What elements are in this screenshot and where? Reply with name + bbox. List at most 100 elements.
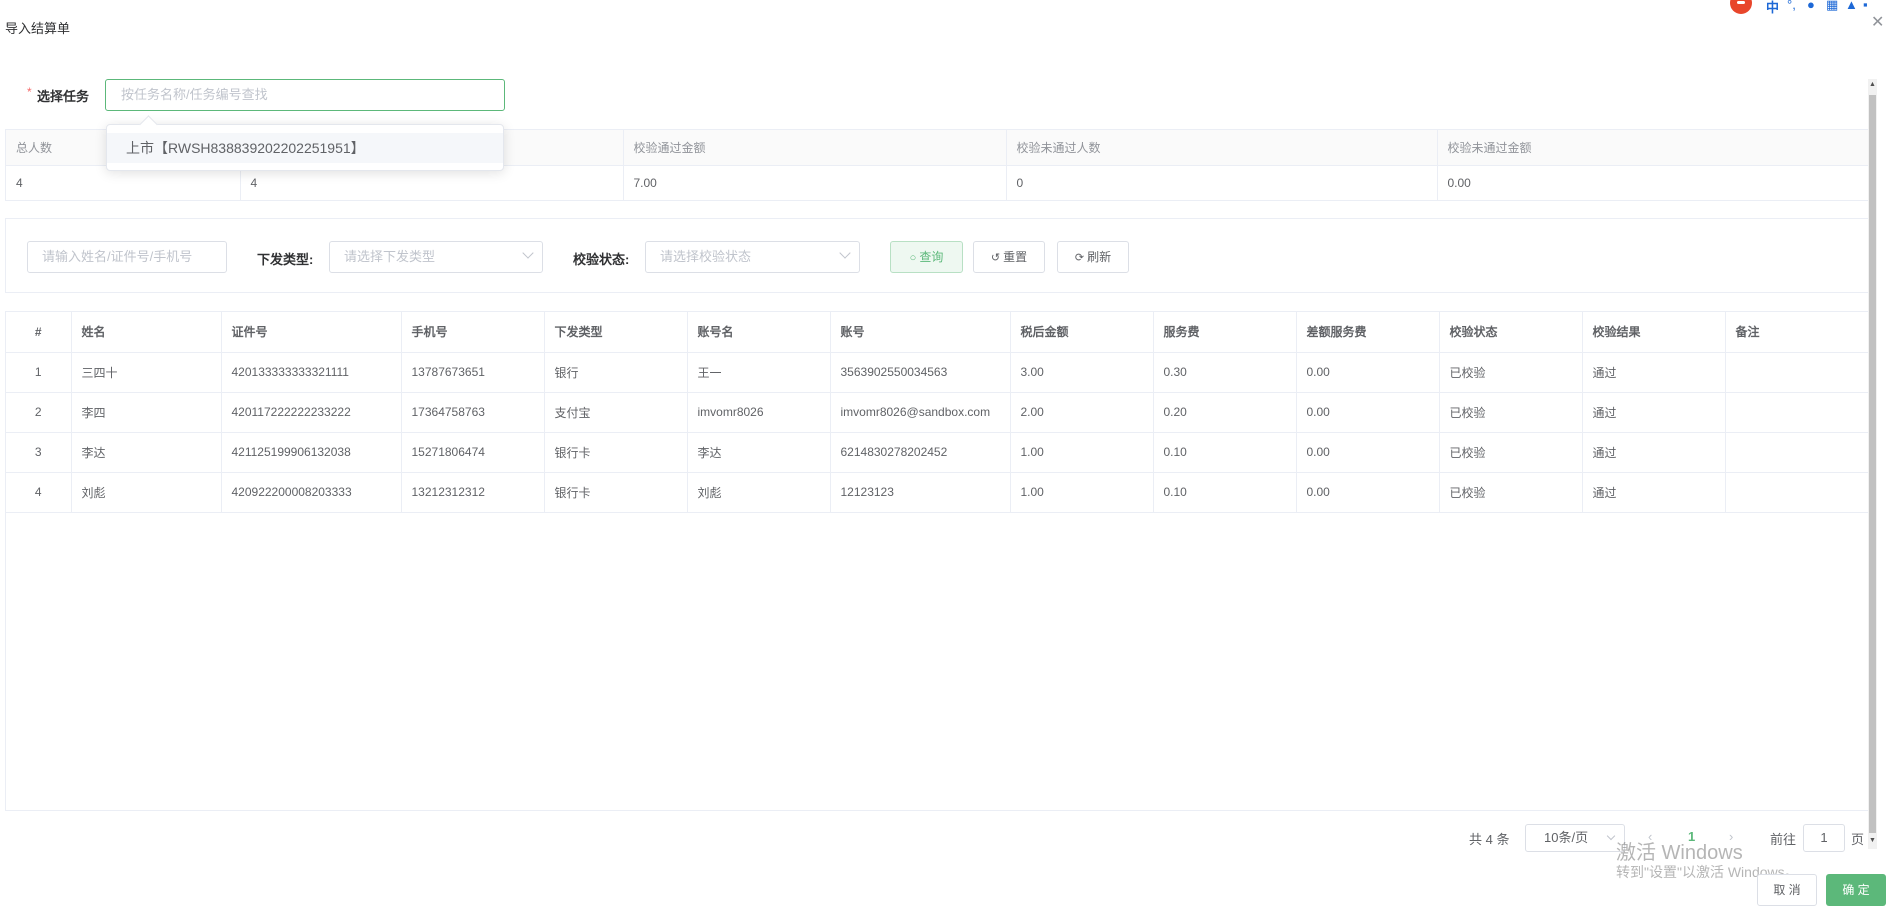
confirm-button[interactable]: 确 定 xyxy=(1826,874,1886,906)
close-icon[interactable]: ✕ xyxy=(1871,12,1884,32)
summary-value: 7.00 xyxy=(623,165,1007,200)
column-header: 差额服务费 xyxy=(1296,312,1440,353)
query-label: 查询 xyxy=(919,250,944,264)
refresh-button[interactable]: ⟳ 刷新 xyxy=(1057,241,1129,273)
chevron-down-icon xyxy=(522,247,534,259)
summary-header: 校验通过金额 xyxy=(623,130,1007,166)
table-cell: 0.10 xyxy=(1153,472,1297,513)
table-cell: 0.20 xyxy=(1153,392,1297,433)
chevron-down-icon xyxy=(839,247,851,259)
page-suffix: 页 xyxy=(1851,832,1865,847)
cancel-button[interactable]: 取 消 xyxy=(1757,874,1817,906)
table-cell: 三四十 xyxy=(71,352,222,393)
task-option[interactable]: 上市【RWSH838839202202251951】 xyxy=(107,133,503,163)
table-cell: 王一 xyxy=(687,352,831,393)
activation-watermark-title: 激活 Windows xyxy=(1616,842,1743,864)
vertical-scrollbar[interactable]: ▲ ▼ xyxy=(1868,79,1877,849)
table-cell: 银行卡 xyxy=(544,472,688,513)
table-cell: 1 xyxy=(6,352,72,393)
table-cell: 3 xyxy=(6,432,72,473)
table-cell: 12123123 xyxy=(830,472,1011,513)
reset-icon: ↺ xyxy=(990,252,1001,264)
sogou-logo-icon[interactable] xyxy=(1730,0,1752,14)
refresh-label: 刷新 xyxy=(1087,250,1112,264)
microphone-icon[interactable]: ● xyxy=(1807,0,1815,12)
status-filter-label: 校验状态: xyxy=(573,252,630,267)
scroll-down-icon[interactable]: ▼ xyxy=(1869,837,1876,844)
settlement-table: # 姓名 证件号 手机号 下发类型 账号名 账号 税后金额 服务费 差额服务费 … xyxy=(5,311,1871,811)
column-header: 下发类型 xyxy=(544,312,688,353)
table-cell: 刘彪 xyxy=(71,472,222,513)
table-cell: 421125199906132038 xyxy=(221,432,402,473)
table-cell: 通过 xyxy=(1582,352,1726,393)
table-cell: 刘彪 xyxy=(687,472,831,513)
table-cell: 李四 xyxy=(71,392,222,433)
table-header-row: # 姓名 证件号 手机号 下发类型 账号名 账号 税后金额 服务费 差额服务费 … xyxy=(6,312,1871,353)
table-cell: 420117222222233222 xyxy=(221,392,402,433)
table-cell: 0.30 xyxy=(1153,352,1297,393)
table-cell: 420922200008203333 xyxy=(221,472,402,513)
goto-label: 前往 xyxy=(1770,832,1797,847)
scroll-up-icon[interactable]: ▲ xyxy=(1869,81,1876,88)
table-cell: 通过 xyxy=(1582,472,1726,513)
table-cell: 0.00 xyxy=(1296,432,1440,473)
table-cell: 6214830278202452 xyxy=(830,432,1011,473)
keyword-search-input[interactable]: 请输入姓名/证件号/手机号 xyxy=(27,241,227,273)
table-cell: 13212312312 xyxy=(401,472,545,513)
table-row[interactable]: 2 李四 420117222222233222 17364758763 支付宝 imvom… xyxy=(6,392,1871,433)
column-header: 校验结果 xyxy=(1582,312,1726,353)
table-cell: imvomr8026@sandbox.com xyxy=(830,392,1011,433)
table-cell: 2.00 xyxy=(1010,392,1154,433)
page-size-select[interactable]: 10条/页 xyxy=(1525,824,1625,852)
table-cell: 已校验 xyxy=(1439,432,1583,473)
punctuation-icon[interactable]: °, xyxy=(1787,0,1796,12)
task-search-input[interactable]: 按任务名称/任务编号查找 xyxy=(105,79,505,111)
chevron-down-icon xyxy=(1606,831,1616,841)
query-button[interactable]: ○ 查询 xyxy=(890,241,963,273)
column-header: 税后金额 xyxy=(1010,312,1154,353)
table-row[interactable]: 3 李达 421125199906132038 15271806474 银行卡 李达 621… xyxy=(6,432,1871,473)
task-label: 选择任务 xyxy=(37,89,90,104)
scroll-thumb[interactable] xyxy=(1869,95,1876,833)
summary-value: 0.00 xyxy=(1437,165,1871,200)
table-cell xyxy=(1725,432,1871,473)
table-cell: imvomr8026 xyxy=(687,392,831,433)
table-cell: 17364758763 xyxy=(401,392,545,433)
skin-icon[interactable]: ▲ xyxy=(1845,0,1858,12)
table-cell: 0.10 xyxy=(1153,432,1297,473)
table-cell: 1.00 xyxy=(1010,432,1154,473)
table-cell: 0.00 xyxy=(1296,392,1440,433)
refresh-icon: ⟳ xyxy=(1074,252,1085,264)
dialog-title: 导入结算单 xyxy=(5,21,71,36)
reset-button[interactable]: ↺ 重置 xyxy=(973,241,1045,273)
task-dropdown: 上市【RWSH838839202202251951】 xyxy=(106,124,504,171)
table-cell: 420133333333321111 xyxy=(221,352,402,393)
filter-bar: 请输入姓名/证件号/手机号 下发类型: 请选择下发类型 校验状态: 请选择校验状… xyxy=(5,218,1869,293)
table-cell: 3563902550034563 xyxy=(830,352,1011,393)
column-header: # xyxy=(6,312,72,353)
ime-toolbar: 中 °, ● ▦ ▲ ▪ xyxy=(1727,0,1903,14)
column-header: 手机号 xyxy=(401,312,545,353)
pagination-total: 共 4 条 xyxy=(1469,832,1510,847)
column-header: 服务费 xyxy=(1153,312,1297,353)
column-header: 证件号 xyxy=(221,312,402,353)
chinese-mode-icon[interactable]: 中 xyxy=(1766,0,1779,14)
table-cell: 4 xyxy=(6,472,72,513)
table-cell: 1.00 xyxy=(1010,472,1154,513)
table-cell: 银行卡 xyxy=(544,432,688,473)
table-cell: 已校验 xyxy=(1439,472,1583,513)
type-filter-label: 下发类型: xyxy=(257,252,314,267)
table-cell: 李达 xyxy=(687,432,831,473)
table-cell: 李达 xyxy=(71,432,222,473)
table-row[interactable]: 1 三四十 420133333333321111 13787673651 银行 王一 356… xyxy=(6,352,1871,393)
page-jump-input[interactable]: 1 xyxy=(1803,824,1845,852)
table-cell: 通过 xyxy=(1582,432,1726,473)
status-select[interactable]: 请选择校验状态 xyxy=(645,241,860,273)
keyboard-icon[interactable]: ▦ xyxy=(1826,0,1838,13)
type-select[interactable]: 请选择下发类型 xyxy=(329,241,543,273)
table-cell: 通过 xyxy=(1582,392,1726,433)
table-row[interactable]: 4 刘彪 420922200008203333 13212312312 银行卡 刘彪 121… xyxy=(6,472,1871,513)
table-cell: 已校验 xyxy=(1439,392,1583,433)
toolbox-icon[interactable]: ▪ xyxy=(1863,0,1868,12)
summary-header: 校验未通过人数 xyxy=(1006,130,1438,166)
